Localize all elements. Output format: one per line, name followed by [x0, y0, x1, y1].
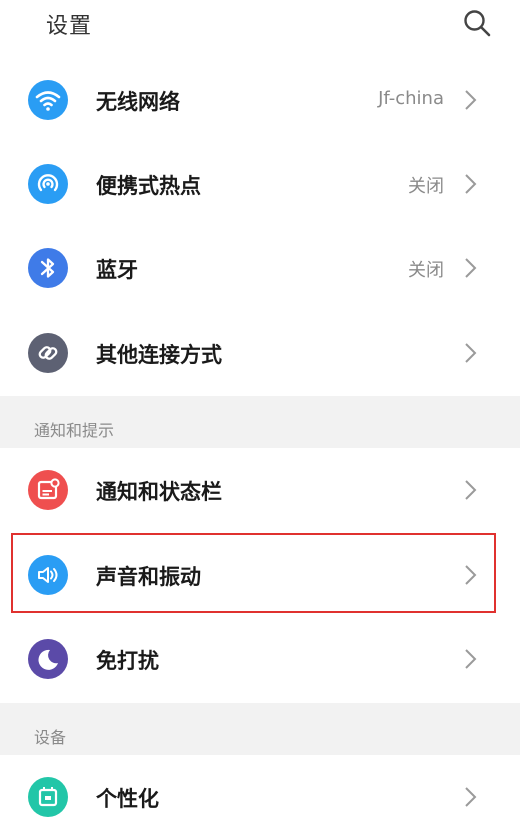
settings-item-other-connections[interactable]: 其他连接方式	[0, 311, 520, 395]
app-header: 设置	[0, 0, 520, 52]
section-header-notifications: 通知和提示	[0, 396, 520, 448]
bluetooth-icon	[28, 248, 68, 288]
chevron-right-icon	[462, 478, 478, 502]
speaker-icon	[28, 555, 68, 595]
theme-icon	[28, 777, 68, 817]
settings-item-wifi[interactable]: 无线网络 Jf-china	[0, 58, 520, 142]
settings-item-bluetooth[interactable]: 蓝牙 关闭	[0, 226, 520, 310]
settings-item-label: 通知和状态栏	[96, 480, 222, 504]
settings-item-label: 无线网络	[96, 90, 180, 114]
notification-icon	[28, 470, 68, 510]
settings-item-label: 便携式热点	[96, 174, 201, 198]
settings-item-value: 关闭	[408, 260, 444, 281]
chevron-right-icon	[462, 785, 478, 809]
section-title: 通知和提示	[34, 421, 115, 440]
settings-item-label: 个性化	[96, 787, 159, 811]
link-icon	[28, 333, 68, 373]
chevron-right-icon	[462, 172, 478, 196]
chevron-right-icon	[462, 256, 478, 280]
settings-item-do-not-disturb[interactable]: 免打扰	[0, 617, 520, 701]
section-title: 设备	[34, 728, 67, 747]
chevron-right-icon	[462, 647, 478, 671]
wifi-icon	[28, 80, 68, 120]
settings-item-label: 声音和振动	[96, 565, 201, 589]
search-icon[interactable]	[462, 8, 492, 38]
settings-item-label: 免打扰	[96, 649, 159, 673]
chevron-right-icon	[462, 341, 478, 365]
moon-icon	[28, 639, 68, 679]
settings-item-personalization[interactable]: 个性化	[0, 755, 520, 839]
hotspot-icon	[28, 164, 68, 204]
settings-item-hotspot[interactable]: 便携式热点 关闭	[0, 142, 520, 226]
settings-item-label: 蓝牙	[96, 258, 138, 282]
page-title: 设置	[46, 14, 93, 39]
chevron-right-icon	[462, 563, 478, 587]
settings-item-value: Jf-china	[378, 88, 444, 109]
settings-item-sound-vibration[interactable]: 声音和振动	[0, 533, 520, 617]
section-header-device: 设备	[0, 703, 520, 755]
chevron-right-icon	[462, 88, 478, 112]
settings-item-label: 其他连接方式	[96, 343, 222, 367]
settings-item-notifications[interactable]: 通知和状态栏	[0, 448, 520, 532]
settings-item-value: 关闭	[408, 176, 444, 197]
